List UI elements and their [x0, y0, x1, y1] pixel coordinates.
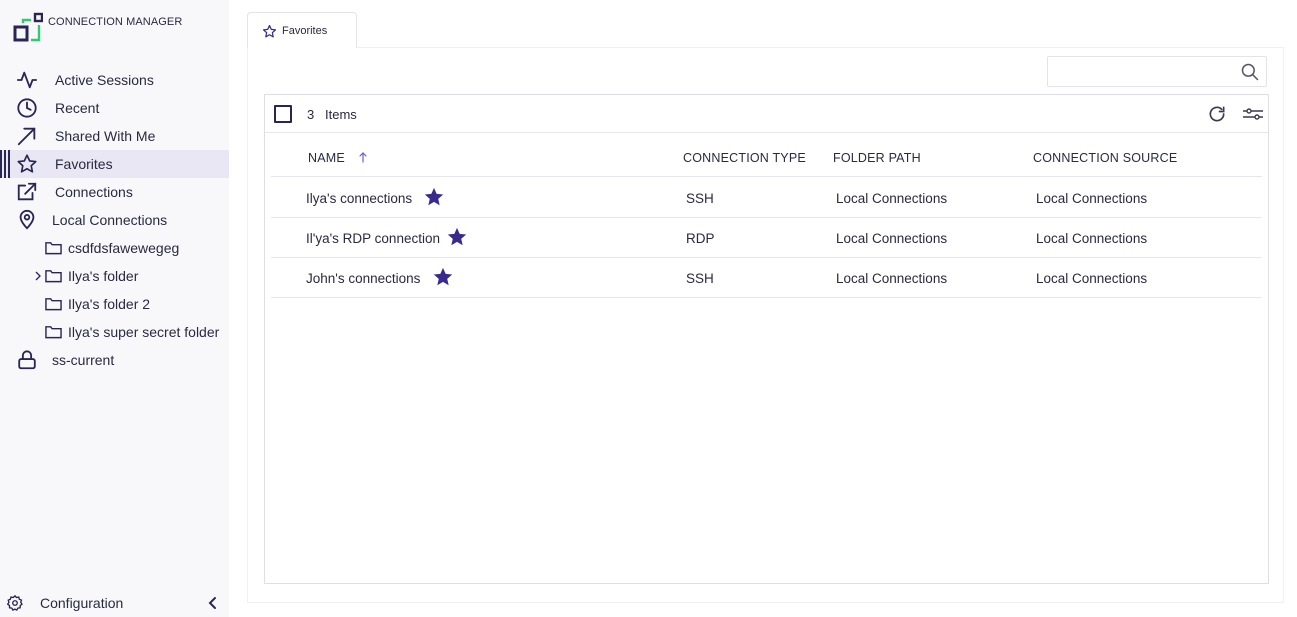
grid-toolbar: 3 Items	[265, 95, 1268, 133]
table-row[interactable]: Il'ya's RDP connection RDP Local Connect…	[271, 218, 1262, 258]
sidebar-folder-ilyas-folder[interactable]: Ilya's folder	[0, 262, 229, 290]
row-name[interactable]: Il'ya's RDP connection	[306, 231, 440, 246]
column-header-folder-path[interactable]: FOLDER PATH	[833, 151, 921, 165]
sidebar-item-label: Favorites	[55, 156, 113, 172]
sidebar-folder-label: Ilya's folder	[68, 268, 139, 284]
clock-icon	[17, 98, 37, 118]
row-type: SSH	[686, 271, 714, 286]
gear-icon	[6, 594, 23, 611]
favorite-star-icon[interactable]	[432, 266, 454, 288]
sliders-icon[interactable]	[1242, 105, 1264, 123]
sidebar-folder-ilyas-super-secret-folder[interactable]: Ilya's super secret folder	[0, 318, 229, 346]
favorite-star-icon[interactable]	[423, 186, 445, 208]
sort-ascending-icon[interactable]	[358, 151, 368, 163]
row-source: Local Connections	[1036, 191, 1148, 206]
sidebar-folder-label: csdfdsfawewegeg	[68, 240, 180, 256]
item-count: 3	[307, 107, 315, 122]
row-folder: Local Connections	[836, 271, 948, 286]
search-icon[interactable]	[1240, 62, 1260, 82]
sidebar-item-recent[interactable]: Recent	[0, 94, 229, 122]
row-source: Local Connections	[1036, 231, 1148, 246]
folder-icon	[45, 242, 62, 255]
star-icon	[17, 154, 37, 173]
sidebar-item-label: Shared With Me	[55, 128, 156, 144]
sidebar: CONNECTION MANAGER Active Sessions Recen…	[0, 0, 229, 617]
row-name[interactable]: Ilya's connections	[306, 191, 412, 206]
row-type: RDP	[686, 231, 715, 246]
chevron-right-icon[interactable]	[34, 270, 42, 282]
favorite-star-icon[interactable]	[446, 226, 468, 248]
star-outline-icon	[262, 24, 277, 38]
table-row[interactable]: John's connections SSH Local Connections…	[271, 258, 1262, 298]
refresh-icon[interactable]	[1207, 104, 1227, 124]
sidebar-item-label: Active Sessions	[55, 72, 154, 88]
active-indicator	[0, 150, 14, 178]
sidebar-item-label: Recent	[55, 100, 100, 116]
sidebar-item-favorites[interactable]: Favorites	[0, 150, 229, 178]
location-pin-icon	[19, 209, 35, 230]
sidebar-item-ss-current[interactable]: ss-current	[0, 346, 229, 374]
folder-icon	[45, 298, 62, 311]
sidebar-nav: Active Sessions Recent Shared With Me Fa…	[0, 66, 229, 374]
connections-grid: 3 Items NAME CONNECTION TYPE FOLDER PATH…	[264, 94, 1269, 584]
sidebar-folder-ilyas-folder-2[interactable]: Ilya's folder 2	[0, 290, 229, 318]
row-type: SSH	[686, 191, 714, 206]
folder-icon	[45, 270, 62, 283]
sidebar-item-local-connections[interactable]: Local Connections	[0, 206, 229, 234]
sidebar-folder-csdfdsfawewegeg[interactable]: csdfdsfawewegeg	[0, 234, 229, 262]
column-header-name[interactable]: NAME	[308, 151, 345, 165]
app-logo: CONNECTION MANAGER	[13, 12, 182, 42]
search-box[interactable]	[1047, 56, 1267, 87]
app-title: CONNECTION MANAGER	[48, 16, 183, 28]
sidebar-folder-label: Ilya's folder 2	[68, 296, 151, 312]
row-name[interactable]: John's connections	[306, 271, 420, 286]
sidebar-item-shared-with-me[interactable]: Shared With Me	[0, 122, 229, 150]
tab-favorites[interactable]: Favorites	[247, 12, 357, 48]
sidebar-item-label: Connections	[55, 184, 133, 200]
lock-icon	[18, 350, 36, 370]
sidebar-item-label: ss-current	[52, 352, 115, 368]
activity-icon	[16, 71, 38, 89]
connection-manager-logo-icon	[13, 12, 43, 42]
items-label: Items	[325, 107, 357, 122]
external-link-icon	[17, 182, 37, 201]
sidebar-item-active-sessions[interactable]: Active Sessions	[0, 66, 229, 94]
row-source: Local Connections	[1036, 271, 1148, 286]
row-folder: Local Connections	[836, 191, 948, 206]
sidebar-item-connections[interactable]: Connections	[0, 178, 229, 206]
folder-icon	[45, 326, 62, 339]
sidebar-item-label: Local Connections	[52, 212, 168, 228]
select-all-checkbox[interactable]	[274, 105, 292, 123]
column-header-connection-source[interactable]: CONNECTION SOURCE	[1033, 151, 1177, 165]
arrow-up-right-icon	[17, 127, 36, 146]
configuration-label: Configuration	[40, 595, 124, 611]
tab-label: Favorites	[282, 24, 328, 37]
sidebar-item-configuration[interactable]: Configuration	[0, 590, 229, 616]
table-row[interactable]: Ilya's connections SSH Local Connections…	[271, 178, 1262, 218]
column-header-connection-type[interactable]: CONNECTION TYPE	[683, 151, 806, 165]
sidebar-folder-label: Ilya's super secret folder	[68, 324, 220, 340]
chevron-left-icon[interactable]	[207, 596, 219, 610]
row-folder: Local Connections	[836, 231, 948, 246]
grid-header: NAME CONNECTION TYPE FOLDER PATH CONNECT…	[271, 135, 1262, 177]
